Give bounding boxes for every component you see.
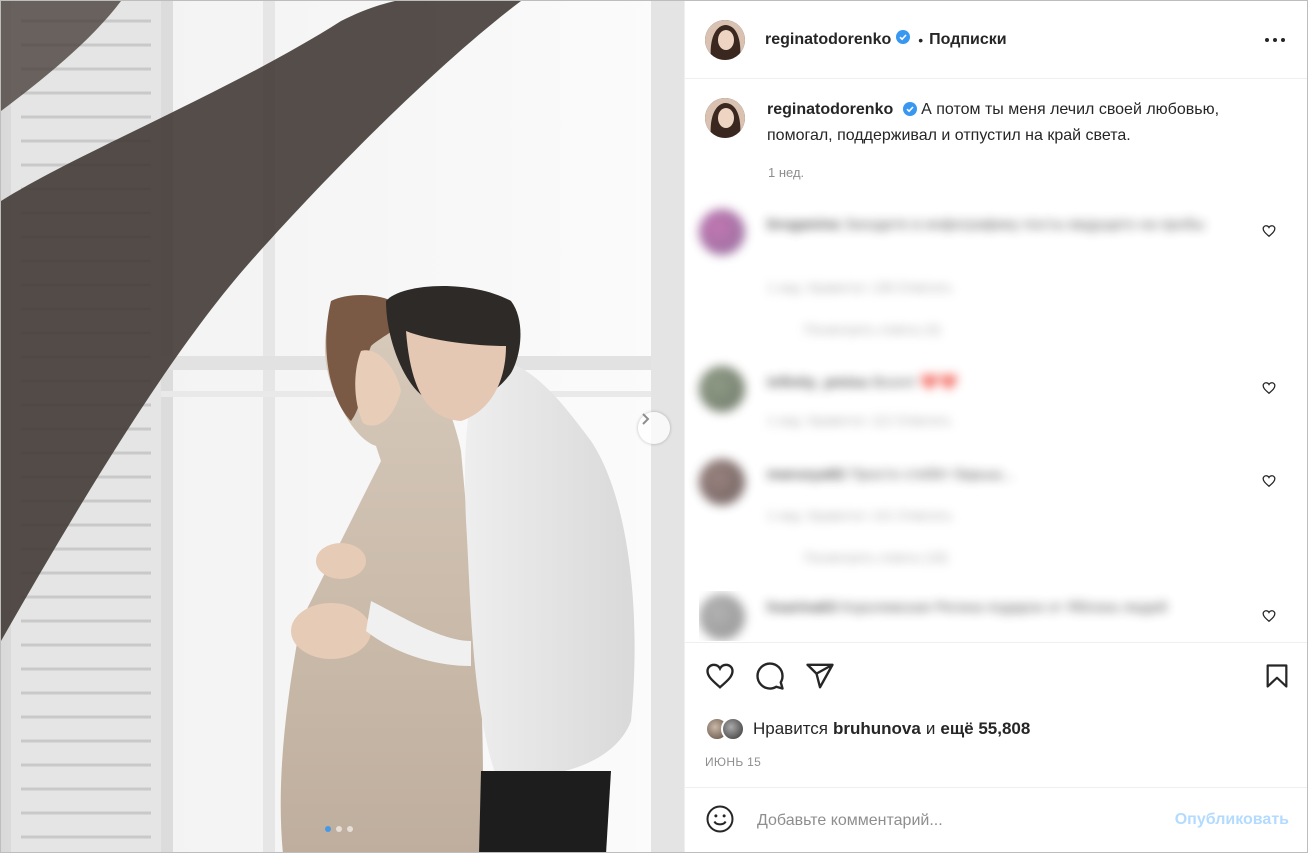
comment-item: bruganina Заходите в инфографику посты в…: [699, 206, 1294, 346]
post-header: reginatodorenko • Подписки: [685, 1, 1307, 79]
heart-icon: [706, 663, 734, 689]
heart-icon[interactable]: [1262, 609, 1276, 628]
avatar[interactable]: [705, 19, 745, 60]
comment-avatar[interactable]: [699, 209, 745, 255]
likes-conjunction: и: [925, 719, 936, 738]
next-photo-button[interactable]: [638, 412, 670, 444]
post-modal: reginatodorenko • Подписки reginatodoren…: [0, 0, 1308, 853]
carousel-dot: [347, 826, 353, 832]
caption-timestamp[interactable]: 1 нед.: [768, 165, 804, 180]
more-icon[interactable]: [1264, 29, 1286, 56]
caption-text-block: reginatodorenko А потом ты меня лечил св…: [767, 98, 1285, 148]
bookmark-icon: [1266, 664, 1288, 688]
comment-avatar[interactable]: [699, 594, 745, 640]
comment-item: marusya82 Просто стебёт барыш... 1 нед. …: [699, 456, 1294, 576]
comment-avatar[interactable]: [699, 366, 745, 412]
post-author-username[interactable]: reginatodorenko: [765, 31, 891, 49]
carousel-indicator: [325, 826, 353, 832]
avatar[interactable]: [705, 98, 745, 138]
publish-button[interactable]: Опубликовать: [1175, 811, 1289, 829]
comment-input[interactable]: [757, 812, 1157, 830]
comment-item: hsarina63 Королевская Регина подарок от …: [699, 591, 1294, 641]
heart-icon[interactable]: [1262, 381, 1276, 400]
post-caption: reginatodorenko А потом ты меня лечил св…: [705, 98, 1285, 148]
comment-text: infinity_pmisu Boom! ❤️❤️: [767, 374, 958, 391]
save-button[interactable]: [1263, 661, 1291, 696]
comment-meta: 1 нед. Нравится: 138 Ответить: [767, 280, 953, 295]
like-button[interactable]: [705, 661, 735, 696]
share-icon: [806, 663, 834, 689]
caption-username[interactable]: reginatodorenko: [767, 101, 893, 118]
separator-dot: •: [918, 31, 924, 48]
heart-icon[interactable]: [1262, 474, 1276, 493]
carousel-dot: [336, 826, 342, 832]
add-comment-bar: Опубликовать: [685, 787, 1307, 852]
verified-icon: [896, 30, 911, 49]
verified-icon: [902, 100, 917, 124]
following-button[interactable]: Подписки: [929, 31, 1006, 49]
comment-button[interactable]: [755, 661, 785, 696]
comment-text: hsarina63 Королевская Регина подарок от …: [767, 599, 1168, 616]
comment-meta: 1 нед. Нравится: 141 Ответить: [767, 508, 953, 523]
comment-avatar[interactable]: [699, 459, 745, 505]
share-button[interactable]: [805, 661, 835, 696]
comment-item: infinity_pmisu Boom! ❤️❤️ 1 нед. Нравитс…: [699, 363, 1294, 443]
post-actions: Нравится bruhunova и ещё 55,808 ИЮНЬ 15: [685, 642, 1307, 787]
post-photo[interactable]: [1, 1, 684, 852]
view-replies-link[interactable]: Посмотреть ответы (4): [804, 322, 941, 337]
photo-illustration: [1, 1, 684, 852]
comment-text: marusya82 Просто стебёт барыш...: [767, 466, 1015, 483]
heart-icon[interactable]: [1262, 224, 1276, 243]
carousel-dot: [325, 826, 331, 832]
likes-user-link[interactable]: bruhunova: [833, 719, 921, 739]
comment-text: bruganina Заходите в инфографику посты в…: [767, 216, 1205, 233]
view-replies-link[interactable]: Посмотреть ответы (18): [804, 550, 948, 565]
comment-icon: [756, 662, 784, 690]
likes-summary: Нравится bruhunova и ещё 55,808: [705, 717, 1030, 741]
liker-avatar: [721, 717, 745, 741]
post-date[interactable]: ИЮНЬ 15: [705, 755, 761, 769]
likes-count-link[interactable]: ещё 55,808: [940, 719, 1030, 739]
emoji-icon[interactable]: [705, 804, 735, 839]
likes-prefix: Нравится: [753, 719, 829, 738]
comment-meta: 1 нед. Нравится: 112 Ответить: [767, 413, 952, 428]
post-panel: reginatodorenko • Подписки reginatodoren…: [684, 1, 1307, 852]
